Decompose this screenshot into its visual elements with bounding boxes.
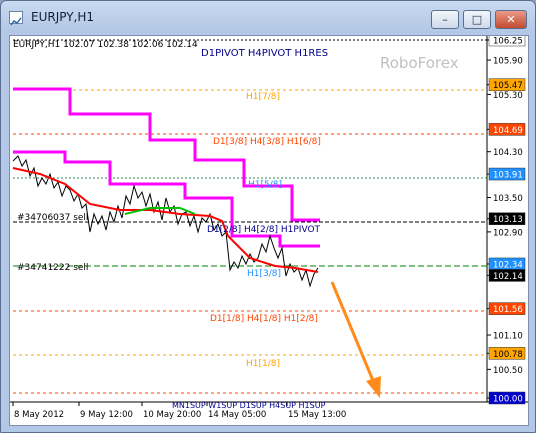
time-tick-label: 15 May 13:00 (288, 410, 346, 420)
price-axis: 106.25 105.90 105.47105.30 104.69 104.30 103.… (487, 33, 526, 405)
forecast-arrow-head (366, 376, 381, 398)
chart-info-line: EURJPY,H1 102.07 102.38 102.06 102.14 (13, 40, 198, 50)
maximize-button[interactable]: □ (463, 10, 491, 29)
annotation-pivot: D1[2/8] H4[2/8] H1PIVOT (207, 225, 321, 235)
price-tick-label: 100.00 (493, 395, 523, 405)
chart-icon (9, 11, 23, 26)
price-tick-label: 103.91 (493, 171, 523, 181)
price-tick-label: 104.69 (493, 126, 523, 136)
watermark-text: RoboForex (380, 54, 459, 72)
price-tick-label: 102.14 (493, 272, 523, 282)
minimize-button[interactable]: – (431, 10, 459, 29)
time-tick-label: 10 May 20:00 (143, 410, 201, 420)
price-tick-label: 100.78 (493, 350, 523, 360)
annotation-h1-1-8: H1[1/8] (246, 359, 280, 369)
time-tick-label: 8 May 2012 (14, 410, 64, 420)
annotation-h1-3-8: H1[3/8] (247, 269, 281, 279)
price-tick-label: 101.10 (493, 331, 523, 341)
annotation-d1-1-8: D1[1/8] H4[1/8] H1[2/8] (210, 314, 318, 324)
chart-window: EURJPY,H1 – □ ✕ EURJPY,H1 102.07 102.38 … (0, 0, 536, 433)
price-chart[interactable]: EURJPY,H1 102.07 102.38 102.06 102.14 D1… (10, 33, 528, 425)
price-tick-label: 105.90 (493, 57, 523, 67)
annotation-h1-7-8: H1[7/8] (246, 92, 280, 102)
price-tick-label: 105.47 (493, 81, 523, 91)
close-button[interactable]: ✕ (495, 10, 527, 29)
window-title: EURJPY,H1 (31, 10, 95, 24)
price-tick-label: 103.50 (493, 194, 523, 204)
annotation-h1-5-8: H1[5/8] (248, 180, 282, 190)
annotation-bottom-support: MN1SUP W1SUP D1SUP H4SUP H1SUP (172, 401, 326, 410)
price-tick-label: 100.50 (493, 366, 523, 376)
price-tick-label: 102.90 (493, 228, 523, 238)
forecast-arrow-shaft (330, 281, 376, 384)
chart-area[interactable]: EURJPY,H1 102.07 102.38 102.06 102.14 D1… (9, 33, 529, 426)
time-tick-label: 9 May 12:00 (80, 410, 133, 420)
price-tick-label: 106.25 (493, 37, 523, 47)
order-sell-1: #34706037 sell (17, 213, 88, 223)
price-tick-label: 104.30 (493, 148, 523, 158)
order-sell-2: #34741222 sell (17, 263, 88, 273)
annotation-d1-3-8: D1[3/8] H4[3/8] H1[6/8] (213, 137, 321, 147)
title-bar[interactable]: EURJPY,H1 – □ ✕ (1, 1, 535, 35)
price-tick-label: 105.30 (493, 91, 523, 101)
price-tick-label: 103.13 (493, 215, 523, 225)
price-tick-label: 102.34 (493, 260, 523, 270)
header-label: D1PIVOT H4PIVOT H1RES (201, 48, 328, 59)
time-tick-label: 14 May 05:00 (208, 410, 266, 420)
price-tick-label: 101.56 (493, 305, 523, 315)
